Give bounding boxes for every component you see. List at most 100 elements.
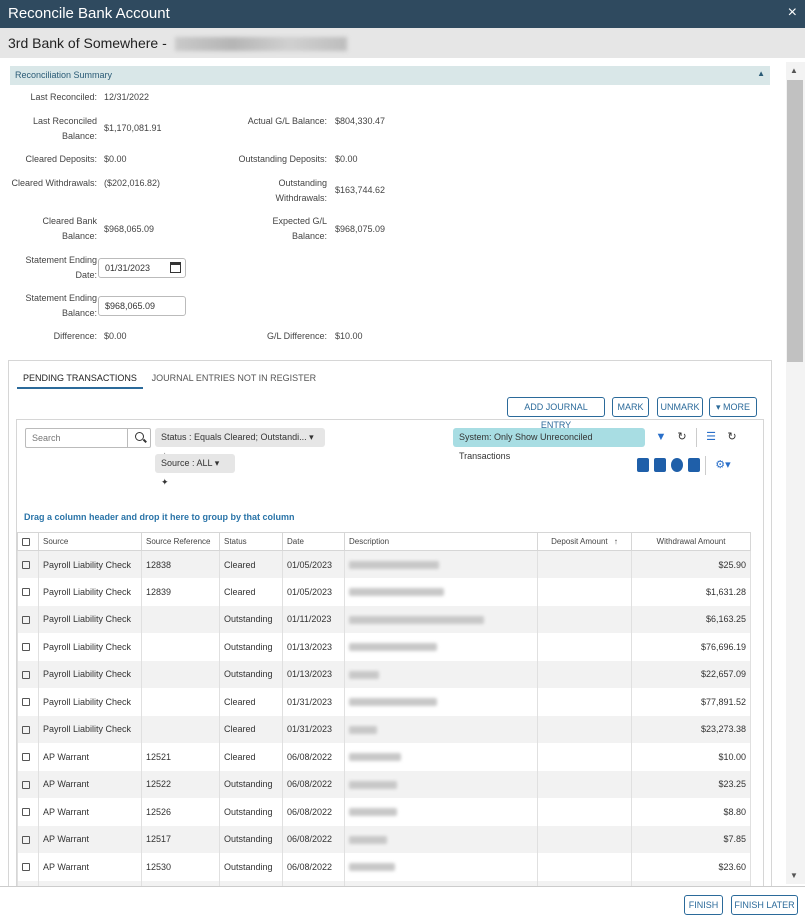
more-button[interactable]: ▾ MORE: [709, 397, 757, 417]
cell-withdrawal-amount: $25.90: [631, 550, 751, 578]
add-journal-entry-button[interactable]: ADD JOURNAL ENTRY: [507, 397, 605, 430]
cell-source-reference: [141, 633, 220, 661]
row-checkbox[interactable]: [17, 660, 39, 688]
finish-button[interactable]: FINISH: [684, 895, 723, 915]
table-row[interactable]: AP Warrant 12521 Cleared 06/08/2022 $10.00: [17, 743, 751, 771]
summary-section-header[interactable]: Reconciliation Summary ▲: [10, 66, 770, 85]
table-row[interactable]: Payroll Liability Check Outstanding 01/13/…: [17, 660, 751, 688]
sort-ascending-icon[interactable]: ↑: [614, 537, 618, 546]
collapse-caret-icon[interactable]: ▲: [757, 69, 765, 78]
tab-journal-entries[interactable]: JOURNAL ENTRIES NOT IN REGISTER: [146, 369, 323, 387]
statement-ending-date-input[interactable]: 01/31/2023: [98, 258, 186, 278]
table-row[interactable]: AP Warrant 12517 Outstanding 06/08/2022 $7.8…: [17, 825, 751, 853]
redacted-description: [349, 670, 379, 679]
reset-columns-icon[interactable]: ↻: [722, 428, 742, 447]
row-checkbox[interactable]: [17, 578, 39, 606]
row-checkbox[interactable]: [17, 798, 39, 826]
source-filter-chip[interactable]: Source : ALL ▾ ✦: [155, 454, 235, 487]
cell-source: Payroll Liability Check: [38, 578, 142, 606]
gear-icon[interactable]: ⚙▾: [709, 456, 737, 475]
chevron-down-icon[interactable]: ▾: [309, 432, 314, 442]
cell-date: 01/13/2023: [282, 633, 345, 661]
redacted-description: [349, 643, 437, 652]
finish-later-button[interactable]: FINISH LATER: [731, 895, 798, 915]
row-checkbox[interactable]: [17, 633, 39, 661]
scrollbar-thumb[interactable]: [787, 80, 803, 362]
cell-description: [344, 743, 538, 771]
cell-deposit-amount: [537, 688, 632, 716]
cell-status: Cleared: [219, 550, 283, 578]
cell-deposit-amount: [537, 633, 632, 661]
reset-filter-icon[interactable]: ↻: [672, 428, 692, 447]
close-icon[interactable]: ×: [788, 4, 797, 22]
column-header-withdrawal-amount[interactable]: Withdrawal Amount: [631, 532, 751, 551]
row-checkbox[interactable]: [17, 770, 39, 798]
scroll-down-icon[interactable]: ▼: [790, 871, 798, 880]
cell-deposit-amount: [537, 715, 632, 743]
cell-date: 06/08/2022: [282, 770, 345, 798]
actual-gl-balance-label: Actual G/L Balance:: [247, 116, 327, 126]
table-row[interactable]: Payroll Liability Check 12839 Cleared 01/05…: [17, 578, 751, 606]
system-filter-chip[interactable]: System: Only Show Unreconciled Transacti…: [453, 428, 645, 461]
filter-icon[interactable]: ▼: [651, 428, 671, 447]
column-header-source-reference[interactable]: Source Reference: [141, 532, 220, 551]
cleared-deposits-value: $0.00: [104, 154, 127, 164]
export-pdf-icon[interactable]: [637, 458, 649, 472]
table-row[interactable]: AP Warrant 12522 Outstanding 06/08/2022 $23.…: [17, 770, 751, 798]
table-row[interactable]: AP Warrant 12526 Outstanding 06/08/2022 $8.8…: [17, 798, 751, 826]
table-row[interactable]: Payroll Liability Check Cleared 01/31/2023…: [17, 688, 751, 716]
row-checkbox[interactable]: [17, 715, 39, 743]
redacted-description: [349, 835, 387, 844]
column-settings-icon[interactable]: ☰: [701, 428, 721, 447]
calendar-icon[interactable]: [170, 262, 181, 273]
cell-source: Payroll Liability Check: [38, 715, 142, 743]
cell-status: Outstanding: [219, 853, 283, 881]
redacted-description: [349, 588, 444, 597]
redacted-account-number: [174, 37, 347, 52]
row-checkbox[interactable]: [17, 825, 39, 853]
tab-pending-transactions[interactable]: PENDING TRANSACTIONS: [17, 369, 143, 389]
row-checkbox[interactable]: [17, 605, 39, 633]
export-image-icon[interactable]: [654, 458, 666, 472]
cell-status: Outstanding: [219, 825, 283, 853]
cell-date: 01/31/2023: [282, 715, 345, 743]
column-header-source[interactable]: Source: [38, 532, 142, 551]
chart-icon[interactable]: [671, 458, 683, 472]
cell-description: [344, 770, 538, 798]
outstanding-withdrawals-label: Outstanding Withdrawals:: [275, 178, 327, 203]
search-icon[interactable]: [127, 428, 151, 448]
status-filter-chip[interactable]: Status : Equals Cleared; Outstandi... ▾ …: [155, 428, 325, 461]
select-all-checkbox[interactable]: [17, 532, 39, 551]
unmark-button[interactable]: UNMARK: [657, 397, 703, 417]
row-checkbox[interactable]: [17, 853, 39, 881]
cell-deposit-amount: [537, 550, 632, 578]
cell-description: [344, 605, 538, 633]
row-checkbox[interactable]: [17, 688, 39, 716]
column-header-deposit-amount[interactable]: Deposit Amount ↑: [537, 532, 632, 551]
column-header-description[interactable]: Description: [344, 532, 538, 551]
table-row[interactable]: Payroll Liability Check Outstanding 01/11/…: [17, 605, 751, 633]
table-header-row: Source Source Reference Status Date Desc…: [17, 532, 751, 551]
table-row[interactable]: AP Warrant 12530 Outstanding 06/08/2022 $23.…: [17, 853, 751, 881]
pin-icon[interactable]: ✦: [161, 477, 169, 487]
cell-deposit-amount: [537, 798, 632, 826]
column-header-status[interactable]: Status: [219, 532, 283, 551]
table-row[interactable]: Payroll Liability Check Cleared 01/31/2023…: [17, 715, 751, 743]
statement-ending-balance-input[interactable]: $968,065.09: [98, 296, 186, 316]
table-row[interactable]: Payroll Liability Check 12838 Cleared 01/05…: [17, 550, 751, 578]
vertical-scrollbar[interactable]: ▲ ▼: [786, 62, 805, 884]
table-row[interactable]: Payroll Liability Check Outstanding 01/13/…: [17, 633, 751, 661]
cell-source: Payroll Liability Check: [38, 633, 142, 661]
cell-source-reference: 12526: [141, 798, 220, 826]
scroll-up-icon[interactable]: ▲: [790, 66, 798, 75]
status-filter-label: Status : Equals Cleared; Outstandi...: [161, 432, 307, 442]
export-document-icon[interactable]: [688, 458, 700, 472]
row-checkbox[interactable]: [17, 743, 39, 771]
mark-button[interactable]: MARK: [612, 397, 649, 417]
chevron-down-icon[interactable]: ▾: [215, 458, 220, 468]
cell-status: Outstanding: [219, 660, 283, 688]
column-header-date[interactable]: Date: [282, 532, 345, 551]
bank-account-title: 3rd Bank of Somewhere -: [8, 35, 347, 52]
last-reconciled-label: Last Reconciled:: [30, 92, 97, 102]
row-checkbox[interactable]: [17, 550, 39, 578]
